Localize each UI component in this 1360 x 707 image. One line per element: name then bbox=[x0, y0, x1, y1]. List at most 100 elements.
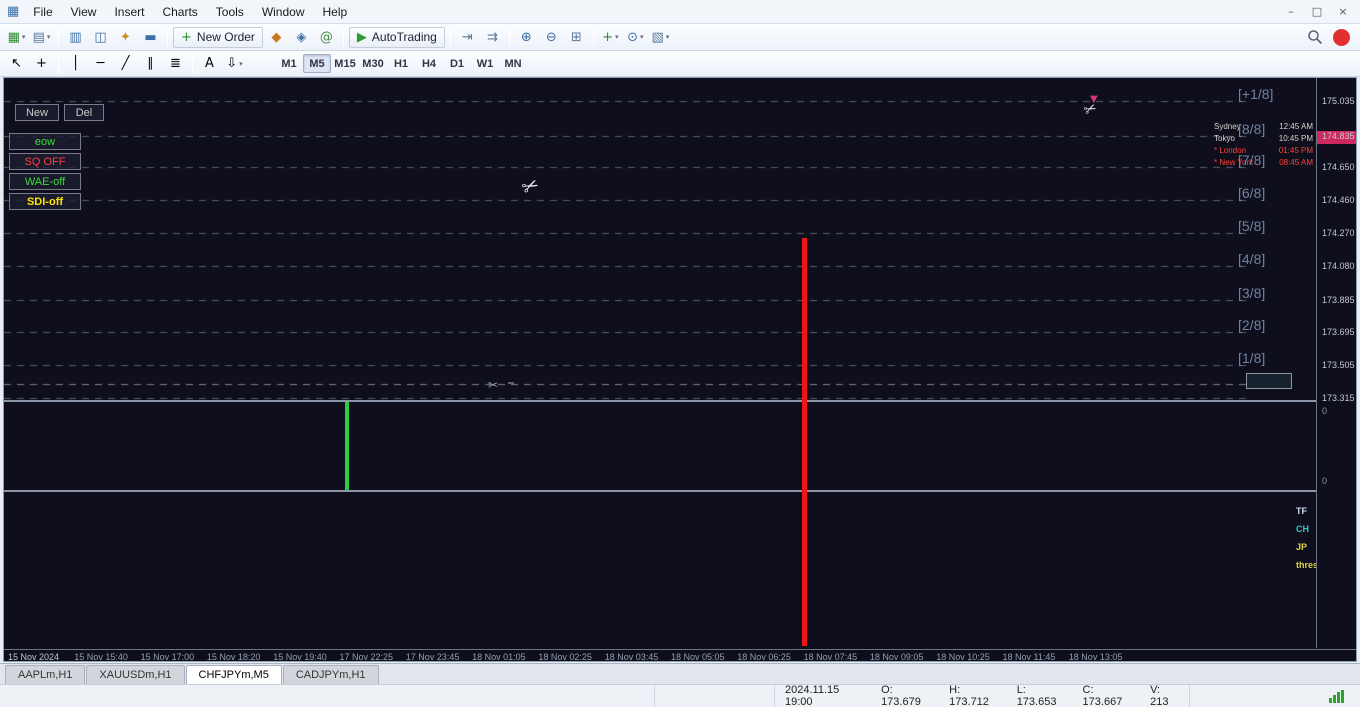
chart-tab-aaplm-h1[interactable]: AAPLm,H1 bbox=[5, 665, 86, 684]
strategy-tester-button[interactable]: ◆ bbox=[265, 27, 288, 48]
fibonacci-tool[interactable]: ≣ bbox=[164, 53, 187, 74]
horizontal-line-icon: ─ bbox=[96, 56, 105, 71]
trendline-tool[interactable]: ╱ bbox=[114, 53, 137, 74]
restore-button[interactable]: □ bbox=[1304, 3, 1330, 21]
channel-tool[interactable]: ∥ bbox=[139, 53, 162, 74]
chart-shift-button[interactable]: ⇥ bbox=[456, 27, 479, 48]
show-button[interactable] bbox=[1246, 373, 1292, 389]
navigator-button[interactable]: ✦ bbox=[114, 27, 137, 48]
crosshair-tool[interactable]: + bbox=[30, 53, 53, 74]
timeframe-m30-button[interactable]: M30 bbox=[359, 54, 387, 73]
timeframe-m1-button[interactable]: M1 bbox=[275, 54, 303, 73]
menu-charts[interactable]: Charts bbox=[153, 2, 206, 22]
time-axis-label: 15 Nov 19:40 bbox=[273, 652, 327, 662]
zoom-in-button[interactable]: ⊕ bbox=[515, 27, 538, 48]
timeframe-m5-button[interactable]: M5 bbox=[303, 54, 331, 73]
dropdown-arrow-icon[interactable]: ▾ bbox=[47, 33, 51, 41]
zoom-out-icon: ⊖ bbox=[545, 29, 557, 45]
data-window-icon: ◫ bbox=[94, 29, 107, 45]
time-axis-label: 18 Nov 02:25 bbox=[538, 652, 592, 662]
fibonacci-icon: ≣ bbox=[170, 56, 181, 71]
autotrading-button-label: AutoTrading bbox=[371, 30, 437, 44]
tile-windows-icon: ⊞ bbox=[570, 29, 582, 45]
notifications-badge[interactable] bbox=[1333, 28, 1350, 46]
toolbar-separator bbox=[508, 28, 510, 46]
sq-toggle[interactable]: SQ OFF bbox=[9, 153, 81, 170]
periods-button[interactable]: ⊙ ▾ bbox=[624, 27, 647, 48]
new-chart-button[interactable]: ▦ ▾ bbox=[5, 27, 28, 48]
murrey-level-label: [8/8] bbox=[1238, 120, 1266, 137]
terminal-button[interactable]: ▬ bbox=[139, 27, 162, 48]
arrows-tool[interactable]: ⇩ ▾ bbox=[223, 53, 246, 74]
data-window-button[interactable]: ◫ bbox=[89, 27, 112, 48]
murrey-level-label: [+1/8] bbox=[1238, 86, 1274, 102]
metaeditor-button[interactable]: @ bbox=[315, 27, 338, 48]
status-profile[interactable] bbox=[655, 685, 775, 707]
timeframe-mn-button[interactable]: MN bbox=[499, 54, 527, 73]
auto-scroll-button[interactable]: ⇉ bbox=[481, 27, 504, 48]
session-name: Tokyo bbox=[1214, 134, 1235, 143]
sdi-toggle[interactable]: SDI-off bbox=[9, 193, 81, 210]
session-time: 12:45 AM bbox=[1279, 122, 1313, 131]
indicator2-canvas[interactable] bbox=[4, 78, 1316, 234]
timeframe-d1-button[interactable]: D1 bbox=[443, 54, 471, 73]
price-scale-label: 174.650 bbox=[1322, 162, 1355, 173]
new-object-button[interactable]: New bbox=[15, 104, 59, 121]
price-scale-label: 173.505 bbox=[1322, 360, 1355, 371]
indicator2-label: JP bbox=[1296, 542, 1308, 552]
chart-tab-xauusdm-h1[interactable]: XAUUSDm,H1 bbox=[86, 665, 185, 684]
vertical-line-tool[interactable]: │ bbox=[64, 53, 87, 74]
indicators-button[interactable]: + ▾ bbox=[599, 27, 622, 48]
menu-view[interactable]: View bbox=[62, 2, 106, 22]
chart-tab-chfjpym-m5[interactable]: CHFJPYm,M5 bbox=[185, 665, 282, 684]
dropdown-arrow-icon[interactable]: ▾ bbox=[640, 33, 644, 41]
minimize-button[interactable]: – bbox=[1278, 3, 1304, 21]
status-help bbox=[0, 685, 655, 707]
timeframe-w1-button[interactable]: W1 bbox=[471, 54, 499, 73]
dropdown-arrow-icon[interactable]: ▾ bbox=[666, 33, 670, 41]
autotrading-button[interactable]: ▶ AutoTrading bbox=[348, 26, 445, 48]
indicator-scale-label: 0 bbox=[1322, 406, 1328, 416]
chart-shift-icon: ⇥ bbox=[461, 29, 473, 45]
status-field: 2024.11.15 19:00 bbox=[785, 684, 840, 707]
market-watch-button[interactable]: ▥ bbox=[64, 27, 87, 48]
time-axis[interactable]: 15 Nov 2024 15 Nov 15:40 15 Nov 17:00 15 No… bbox=[4, 649, 1356, 662]
search-icon[interactable] bbox=[1307, 29, 1323, 45]
price-scale[interactable]: 175.035 174.835 174.650 174.460 174.270 174.0… bbox=[1316, 78, 1356, 648]
chart-tab-cadjpym-h1[interactable]: CADJPYm,H1 bbox=[282, 665, 379, 684]
menu-insert[interactable]: Insert bbox=[105, 2, 153, 22]
del-object-button[interactable]: Del bbox=[64, 104, 104, 121]
app-icon: ▦ bbox=[7, 4, 20, 19]
status-field: O: 173.679 bbox=[881, 684, 921, 707]
timeframe-m15-button[interactable]: M15 bbox=[331, 54, 359, 73]
dropdown-arrow-icon[interactable]: ▾ bbox=[615, 33, 619, 41]
menu-help[interactable]: Help bbox=[314, 2, 357, 22]
menu-window[interactable]: Window bbox=[253, 2, 314, 22]
new-order-icon: + bbox=[181, 29, 192, 45]
panel-divider[interactable] bbox=[4, 490, 1356, 492]
templates-button[interactable]: ▧ ▾ bbox=[649, 27, 672, 48]
murrey-level-label: [7/8] bbox=[1238, 152, 1266, 169]
menu-bar: ▦ File View Insert Charts Tools Window Help – □… bbox=[0, 0, 1360, 24]
murrey-level-label: [1/8] bbox=[1238, 350, 1266, 367]
close-button[interactable]: × bbox=[1330, 3, 1356, 21]
expert-advisors-button[interactable]: ◈ bbox=[290, 27, 313, 48]
menu-tools[interactable]: Tools bbox=[207, 2, 253, 22]
text-tool[interactable]: A bbox=[198, 53, 221, 74]
dropdown-arrow-icon[interactable]: ▾ bbox=[22, 33, 26, 41]
tile-windows-button[interactable]: ⊞ bbox=[565, 27, 588, 48]
indicator2-label: TF bbox=[1296, 506, 1307, 516]
eow-toggle[interactable]: eow bbox=[9, 133, 81, 150]
panel-divider[interactable] bbox=[4, 400, 1356, 402]
menu-file[interactable]: File bbox=[24, 2, 61, 22]
wae-toggle[interactable]: WAE-off bbox=[9, 173, 81, 190]
dropdown-arrow-icon[interactable]: ▾ bbox=[239, 60, 243, 68]
timeframe-h1-button[interactable]: H1 bbox=[387, 54, 415, 73]
zoom-out-button[interactable]: ⊖ bbox=[540, 27, 563, 48]
timeframe-h4-button[interactable]: H4 bbox=[415, 54, 443, 73]
cursor-tool[interactable]: ↖ bbox=[5, 53, 28, 74]
profiles-button[interactable]: ▤ ▾ bbox=[30, 27, 53, 48]
new-order-button[interactable]: + New Order bbox=[173, 26, 263, 48]
horizontal-line-tool[interactable]: ─ bbox=[89, 53, 112, 74]
